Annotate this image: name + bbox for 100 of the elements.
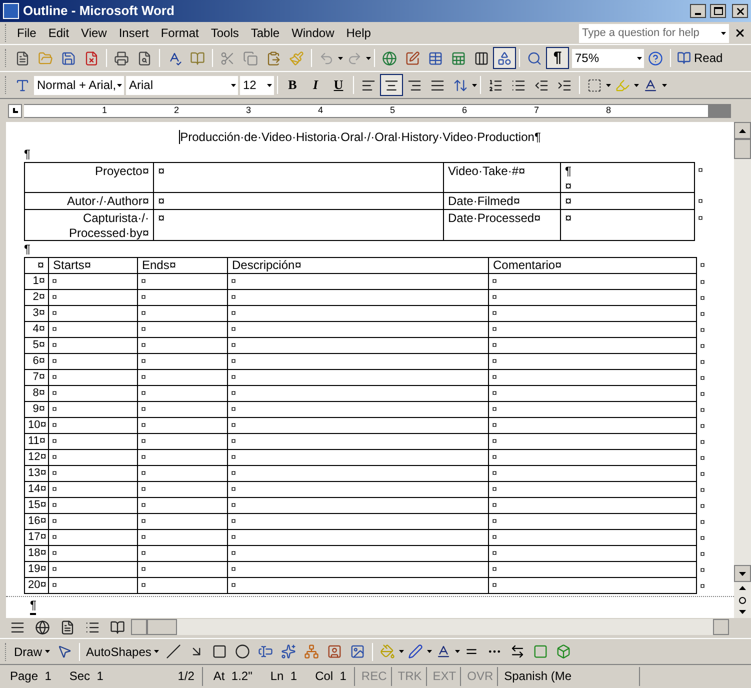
show-formatting-button[interactable]: ¶ — [546, 47, 569, 69]
table-cell: ¤ — [48, 498, 137, 514]
menu-item[interactable]: File — [11, 24, 42, 42]
font-size-dropdown[interactable]: 12 — [240, 76, 274, 94]
caret-icon — [231, 84, 236, 86]
browse-object-icon[interactable] — [739, 596, 746, 604]
row-end-mark: ¤ — [700, 276, 706, 289]
table-cell: ¤ — [137, 338, 227, 354]
draw-menu-button[interactable]: Draw — [11, 642, 54, 660]
table-cell: ¤ — [488, 466, 697, 482]
read-button[interactable]: Read — [674, 47, 726, 69]
table-cell: ¤ — [153, 162, 443, 193]
table-cell: ¤ — [488, 338, 697, 354]
menu-item[interactable]: Window — [286, 24, 340, 42]
table-cell: ¤ — [137, 530, 227, 546]
vertical-scrollbar[interactable] — [734, 122, 751, 618]
maximize-button[interactable] — [710, 4, 726, 18]
menu-item[interactable]: Edit — [42, 24, 76, 42]
table-cell: ¤ — [137, 322, 227, 338]
italic-button[interactable]: I — [304, 74, 327, 96]
scroll-left-button[interactable] — [131, 619, 147, 635]
help-search-field[interactable]: Type a question for help — [579, 24, 729, 42]
row-end-mark: ¤ — [700, 340, 706, 353]
table-cell: ¤ — [48, 514, 137, 530]
table-cell: Date·Processed¤ — [443, 210, 560, 241]
table-cell: ¤ — [48, 450, 137, 466]
caret-icon — [637, 56, 642, 60]
down-arrow-icon[interactable] — [739, 572, 746, 576]
menu-item[interactable]: Tools — [204, 24, 245, 42]
word-icon — [3, 3, 19, 19]
next-page-icon[interactable] — [739, 610, 746, 614]
table-cell: ¤ — [48, 402, 137, 418]
scroll-thumb[interactable] — [734, 139, 751, 159]
align-center-icon[interactable] — [380, 74, 403, 96]
row-end-mark: ¤ — [700, 356, 706, 369]
end-of-document-mark: ¶ — [30, 597, 36, 615]
status-field: At 1.2" — [205, 667, 260, 686]
table-cell: ¤ — [227, 514, 488, 530]
caret-icon — [455, 650, 460, 653]
caret-icon — [634, 84, 639, 86]
table-cell: ¤ — [137, 402, 227, 418]
table-cell: ¤ — [137, 306, 227, 322]
status-field: Ln 1 — [262, 667, 306, 686]
menu-item[interactable]: Format — [154, 24, 205, 42]
caret-icon — [267, 84, 272, 86]
table-cell: ¤ — [227, 450, 488, 466]
table-cell: ¤ — [48, 562, 137, 578]
zoom-dropdown[interactable]: 75% — [572, 48, 644, 68]
table-cell: 15¤ — [24, 498, 48, 514]
table-cell: ¤ — [48, 418, 137, 434]
scroll-thumb[interactable] — [147, 619, 177, 635]
row-end-mark: ¤ — [700, 420, 706, 433]
autoshapes-menu-button[interactable]: AutoShapes — [83, 642, 162, 660]
minimize-button[interactable] — [690, 4, 706, 18]
menu-item[interactable]: View — [75, 24, 113, 42]
ruler-number: 4 — [318, 104, 323, 117]
menu-item[interactable]: Insert — [112, 24, 155, 42]
tab-selector[interactable] — [8, 104, 22, 118]
menu-item[interactable]: Table — [244, 24, 286, 42]
table-cell: 10¤ — [24, 418, 48, 434]
up-arrow-icon[interactable] — [739, 128, 746, 132]
table-cell: ¤ — [227, 434, 488, 450]
table-cell: ¤ — [137, 434, 227, 450]
table-cell: ¤ — [137, 466, 227, 482]
table-cell: ¤ — [488, 386, 697, 402]
font-dropdown[interactable]: Arial — [126, 76, 238, 94]
table-cell: 6¤ — [24, 354, 48, 370]
table-cell: Video·Take·#¤ — [443, 162, 560, 193]
row-end-mark: ¤ — [700, 452, 706, 465]
horizontal-scrollbar[interactable] — [131, 619, 729, 635]
column-header: Ends¤ — [137, 257, 227, 274]
table-cell: ¤ — [137, 482, 227, 498]
underline-button[interactable]: U — [327, 74, 350, 96]
drawing-icon[interactable] — [493, 47, 516, 69]
close-button[interactable] — [732, 4, 748, 18]
table-cell: ¤ — [48, 290, 137, 306]
table-cell: 3¤ — [24, 306, 48, 322]
table-cell: 19¤ — [24, 562, 48, 578]
table-cell: 18¤ — [24, 546, 48, 562]
table-cell: ¤ — [488, 434, 697, 450]
table-cell: ¤ — [48, 338, 137, 354]
ruler-number: 8 — [606, 104, 611, 117]
previous-page-icon[interactable] — [739, 586, 746, 590]
column-header: Descripción¤ — [227, 257, 488, 274]
column-header: Starts¤ — [48, 257, 137, 274]
table-cell: 5¤ — [24, 338, 48, 354]
table-cell: ¤ — [48, 530, 137, 546]
menu-item[interactable]: Help — [340, 24, 377, 42]
table-cell: ¤ — [137, 578, 227, 594]
caret-icon — [427, 650, 432, 653]
table-cell: ¤ — [488, 274, 697, 290]
table-cell: ¤ — [227, 402, 488, 418]
scroll-right-button[interactable] — [713, 619, 729, 635]
style-dropdown[interactable]: Normal + Arial, — [34, 76, 124, 94]
table-cell: ¤ — [488, 578, 697, 594]
row-end-mark: ¤ — [700, 436, 706, 449]
table-cell: ¤ — [488, 562, 697, 578]
ruler-number: 1 — [102, 104, 107, 117]
row-end-mark: ¤ — [700, 484, 706, 497]
bold-button[interactable]: B — [281, 74, 304, 96]
